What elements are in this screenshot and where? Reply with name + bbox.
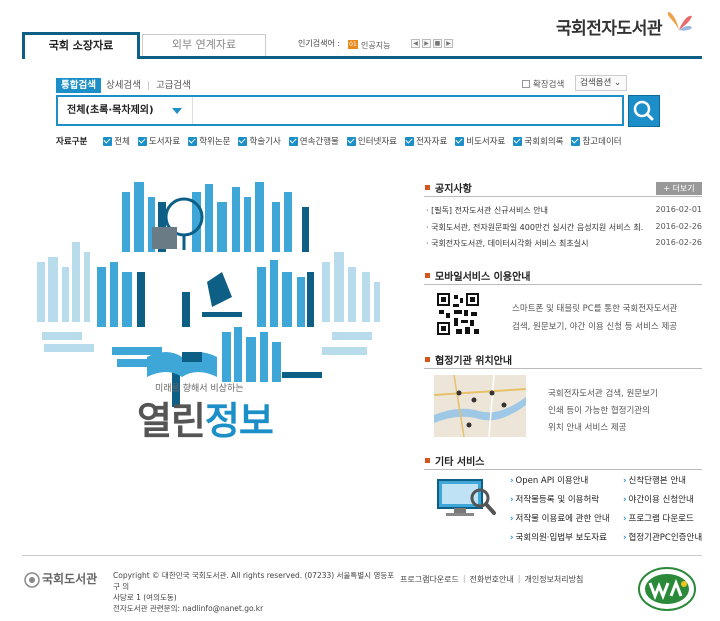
service-copyright-fee[interactable]: 저작물 이용료에 관한 안내 — [510, 512, 610, 524]
filter-nonbook[interactable]: 비도서자료 — [455, 135, 505, 147]
notices-heading: 공지사항 — [425, 180, 472, 195]
filter-theses[interactable]: 학위논문 — [188, 135, 230, 147]
search-input[interactable] — [195, 99, 615, 122]
footer-link-program-download[interactable]: 프로그램다운로드 — [400, 574, 459, 585]
partners-heading: 협정기관 위치안내 — [425, 352, 512, 367]
mobile-heading: 모바일서비스 이용안내 — [425, 268, 530, 283]
search-icon — [633, 100, 654, 121]
qr-code-icon[interactable] — [436, 292, 480, 336]
notice-item[interactable]: · 국회도서관, 전자원문파일 400만건 실시간 음성지원 서비스 최... 2… — [426, 222, 702, 233]
service-open-api[interactable]: Open API 이용안내 — [510, 474, 589, 486]
service-copyright-register[interactable]: 저작물등록 및 이용허락 — [510, 493, 600, 505]
divider: | — [517, 574, 521, 583]
material-type-filters: 자료구분 전체 도서자료 학위논문 학술기사 연속간행물 인터넷자료 전자자료 … — [56, 135, 630, 147]
national-assembly-emblem-icon — [24, 572, 40, 588]
search-options-button[interactable]: 검색옵션 ⌄ — [575, 75, 627, 91]
footer-link-phone-directory[interactable]: 전화번호안내 — [470, 574, 514, 585]
filter-books[interactable]: 도서자료 — [137, 135, 180, 147]
filter-minutes[interactable]: 국회회의록 — [513, 135, 563, 147]
checkbox-checked-icon[interactable] — [404, 136, 414, 146]
divider — [424, 284, 702, 285]
notices-more-button[interactable]: + 더보기 — [656, 182, 702, 195]
filter-internet[interactable]: 인터넷자료 — [346, 135, 397, 147]
chevron-down-icon: ⌄ — [613, 78, 622, 88]
hot-keyword-rank: 01 — [348, 40, 358, 49]
footer-logo-text[interactable]: 국회도서관 — [42, 570, 97, 587]
play-icon[interactable]: ▶ — [444, 39, 453, 48]
filter-reference[interactable]: 참고데이터 — [571, 135, 622, 147]
service-new-books[interactable]: 신착단행본 안내 — [623, 474, 686, 486]
checkbox-checked-icon[interactable] — [103, 136, 113, 146]
extended-search-checkbox[interactable] — [522, 80, 530, 88]
tab-integrated-search[interactable]: 통합검색 — [56, 78, 101, 93]
tab-national-assembly[interactable]: 국회 소장자료 — [22, 32, 140, 59]
search-type-tabs: 통합검색 상세검색 고급검색 — [56, 78, 196, 93]
footer-links: 프로그램다운로드 | 전화번호안내 | 개인정보처리방침 — [400, 574, 583, 585]
bookshelf-graphic — [37, 172, 380, 407]
divider — [424, 469, 702, 470]
service-pc-auth[interactable]: 협정기관PC인증안내 — [623, 531, 703, 543]
butterfly-logo-icon — [667, 12, 692, 31]
footer-copyright: Copyright © 대한민국 국회도서관. All rights reser… — [113, 571, 395, 613]
extended-search-label: 확장검색 — [533, 80, 565, 90]
hot-keywords-label: 인기검색어 : — [298, 39, 341, 48]
divider: | — [462, 574, 466, 583]
filter-electronic[interactable]: 전자자료 — [404, 135, 447, 147]
filter-periodicals[interactable]: 연속간행물 — [288, 135, 339, 147]
checkbox-checked-icon[interactable] — [137, 136, 147, 146]
banner-title: 열린정보 — [137, 399, 274, 443]
checkbox-checked-icon[interactable] — [288, 136, 298, 146]
hot-keyword-link[interactable]: 인공지능 — [361, 40, 390, 51]
next-icon[interactable]: ▶ — [422, 39, 431, 48]
partners-description: 국회전자도서관 검색, 원문보기 인쇄 등이 가능한 협정기관의 위치 안내 서… — [548, 389, 658, 433]
checkbox-checked-icon[interactable] — [455, 136, 465, 146]
footer-divider — [22, 555, 702, 556]
checkbox-checked-icon[interactable] — [571, 136, 581, 146]
footer-link-privacy-policy[interactable]: 개인정보처리방침 — [524, 574, 583, 585]
service-night-use[interactable]: 야간이용 신청안내 — [623, 493, 694, 505]
extended-search-toggle[interactable]: 확장검색 — [522, 78, 564, 90]
mobile-description: 스마트폰 및 태블릿 PC를 통한 국회전자도서관 검색, 원문보기, 야간 이… — [512, 304, 678, 332]
filter-all[interactable]: 전체 — [103, 135, 130, 147]
hot-keyword-nav: ◀ ▶ ■ ▶ — [411, 39, 453, 48]
bullet-icon — [425, 273, 430, 278]
map-pin-icon — [489, 390, 495, 396]
notice-item[interactable]: · [필독] 전자도서관 신규서비스 안내 2016-02-01 — [426, 205, 702, 216]
page-root: { "header": { "logo_text": "국회전자도서관", "t… — [0, 0, 720, 621]
services-heading: 기타 서비스 — [425, 453, 484, 468]
divider — [147, 81, 149, 90]
bullet-icon — [425, 357, 430, 362]
monitor-search-icon — [437, 479, 496, 516]
bullet-icon — [425, 458, 430, 463]
checkbox-checked-icon[interactable] — [238, 136, 248, 146]
bullet-icon — [425, 185, 430, 190]
service-program-download[interactable]: 프로그램 다운로드 — [623, 512, 694, 524]
checkbox-checked-icon[interactable] — [346, 136, 356, 146]
tab-detailed-search[interactable]: 상세검색 — [101, 78, 146, 93]
checkbox-checked-icon[interactable] — [188, 136, 198, 146]
filter-articles[interactable]: 학술기사 — [238, 135, 281, 147]
map-pin-icon — [471, 397, 477, 403]
tab-advanced-search[interactable]: 고급검색 — [151, 78, 196, 93]
map-thumbnail[interactable] — [434, 375, 526, 437]
map-pin-icon — [501, 402, 507, 408]
search-box: 전체(초록·목차제외) — [56, 95, 624, 126]
tab-external-linked[interactable]: 외부 연계자료 — [142, 34, 266, 56]
notice-item[interactable]: · 국회전자도서관, 데이터시각화 서비스 최초실시 2016-02-26 — [426, 238, 702, 249]
dropdown-arrow-icon — [172, 108, 182, 114]
map-pin-icon — [456, 390, 462, 396]
filter-label: 자료구분 — [56, 137, 88, 147]
divider — [424, 196, 702, 197]
divider — [424, 368, 702, 369]
prev-icon[interactable]: ◀ — [411, 39, 420, 48]
stop-icon[interactable]: ■ — [433, 39, 442, 48]
service-press-release[interactable]: 국회의원·입법부 보도자료 — [510, 531, 607, 543]
search-button[interactable] — [628, 95, 660, 127]
checkbox-checked-icon[interactable] — [513, 136, 523, 146]
map-pin-icon — [466, 422, 472, 428]
web-accessibility-mark-icon — [638, 567, 696, 611]
